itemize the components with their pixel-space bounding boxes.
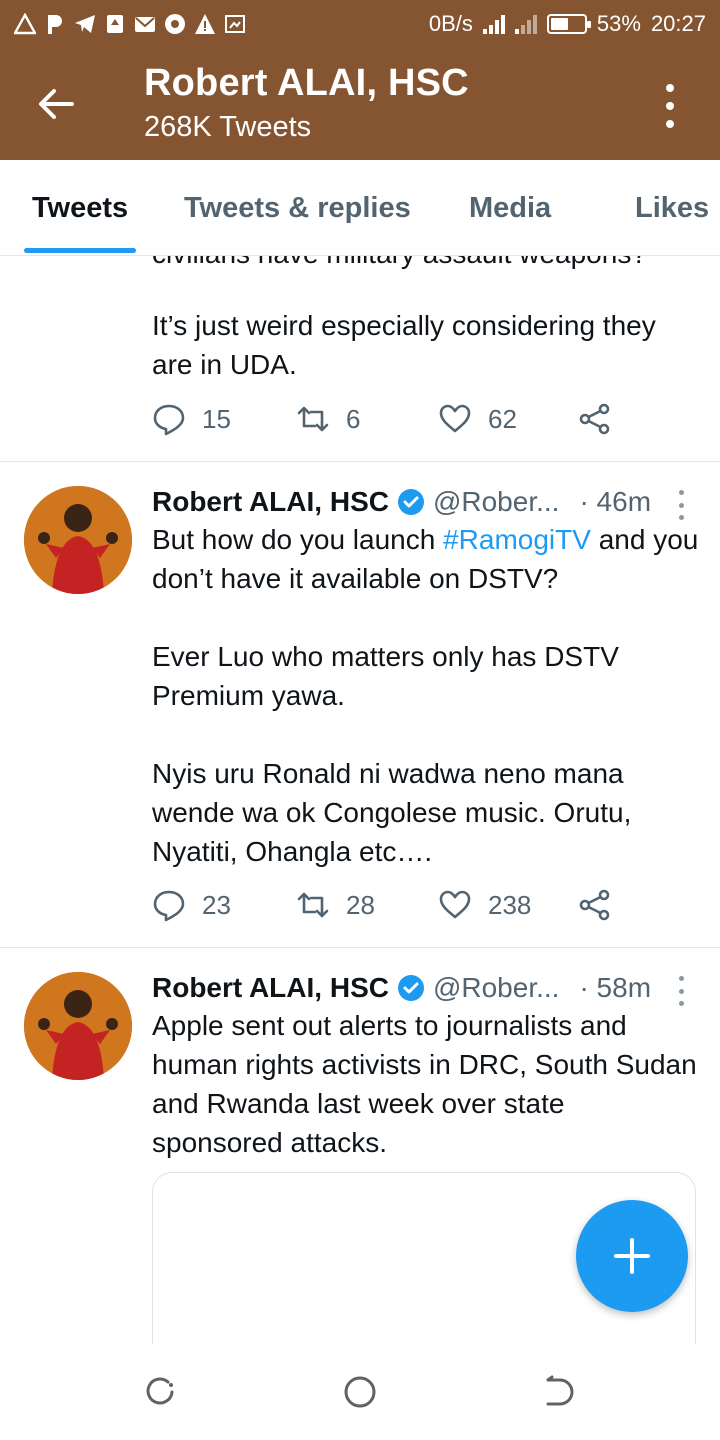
retweet-count: 28 — [346, 889, 375, 920]
compose-tweet-button[interactable] — [576, 1200, 688, 1312]
verified-badge-icon — [397, 489, 424, 515]
reply-count: 15 — [202, 403, 231, 434]
tweet-2-actions: 23 28 238 — [152, 888, 622, 928]
avatar[interactable] — [24, 972, 132, 1080]
author-handle: @Rober... — [432, 972, 560, 1003]
signal-icon-2 — [514, 14, 537, 34]
back-button[interactable] — [36, 84, 76, 124]
tweet-2-paragraph-2: Ever Luo who matters only has DSTV Premi… — [152, 641, 619, 711]
share-button[interactable] — [578, 402, 612, 436]
signal-icon — [482, 14, 505, 34]
tweet-feed[interactable]: civilians have military assault weapons?… — [0, 256, 720, 1344]
telegram-icon — [74, 13, 96, 35]
retweet-icon — [297, 406, 329, 432]
recent-apps-button[interactable] — [142, 1374, 178, 1410]
header-titles: Robert ALAI, HSC 268K Tweets — [144, 62, 469, 144]
alert-icon — [194, 13, 216, 35]
tweet-3-text: Apple sent out alerts to journalists and… — [152, 1010, 697, 1158]
reply-count: 23 — [202, 889, 231, 920]
tweet-1-text: It’s just weird especially considering t… — [152, 310, 656, 380]
tab-tweets[interactable]: Tweets — [32, 192, 128, 225]
back-arrow-icon — [39, 89, 74, 119]
page-title: Robert ALAI, HSC — [144, 62, 469, 104]
avatar-photo — [24, 486, 132, 594]
avatar-photo — [24, 972, 132, 1080]
tweet-2-text: But how do you launch #RamogiTV and you … — [152, 520, 702, 598]
active-tab-indicator — [24, 248, 136, 253]
author-handle: @Rober... — [432, 486, 560, 517]
tweet-count: 268K Tweets — [144, 111, 312, 143]
screenshot-icon — [224, 13, 246, 35]
reply-button[interactable]: 23 — [152, 888, 231, 922]
tweet-time: · 46m — [579, 486, 652, 517]
app-bar: 0B/s 53% 20:27 Robert ALAI, HSC 268K Twe… — [0, 0, 720, 160]
home-button[interactable] — [342, 1374, 378, 1410]
home-icon — [344, 1376, 376, 1408]
share-icon — [579, 403, 610, 435]
tweet-header: Robert ALAI, HSC @Rober... · 46m — [152, 486, 651, 518]
like-button[interactable]: 238 — [438, 888, 531, 922]
reply-button[interactable]: 15 — [152, 402, 231, 436]
recent-apps-icon — [146, 1377, 174, 1405]
more-options-button[interactable] — [660, 84, 680, 128]
heart-icon — [439, 404, 471, 433]
retweet-button[interactable]: 6 — [296, 402, 360, 436]
tab-tweets-and-replies[interactable]: Tweets & replies — [184, 192, 411, 225]
clock: 20:27 — [650, 11, 706, 36]
back-nav-icon — [546, 1375, 574, 1406]
author-name[interactable]: Robert ALAI, HSC — [152, 486, 389, 518]
status-bar: 0B/s 53% 20:27 — [0, 0, 720, 48]
like-button[interactable]: 62 — [438, 402, 517, 436]
tweet-2-paragraph-3: Nyis uru Ronald ni wadwa neno mana wende… — [152, 758, 632, 867]
notification-icons — [14, 13, 246, 35]
download-icon — [104, 13, 126, 35]
chrome-icon — [164, 13, 186, 35]
system-nav-bar — [0, 1344, 720, 1440]
battery-icon — [546, 14, 591, 34]
battery-percent: 53% — [596, 11, 641, 36]
tab-media[interactable]: Media — [469, 192, 551, 225]
tweet-1-clipped-text: civilians have military assault weapons? — [152, 256, 647, 273]
back-nav-button[interactable] — [540, 1374, 576, 1410]
hashtag-link[interactable]: #RamogiTV — [443, 524, 591, 555]
retweet-button[interactable]: 28 — [296, 888, 375, 922]
network-speed: 0B/s — [428, 11, 473, 36]
retweet-count: 6 — [346, 403, 361, 434]
avatar[interactable] — [24, 486, 132, 594]
mail-icon — [134, 13, 156, 35]
tweet-header: Robert ALAI, HSC @Rober... · 58m — [152, 972, 651, 1004]
share-button[interactable] — [578, 888, 612, 922]
warning-triangle-icon — [14, 13, 36, 35]
tweet-options-button[interactable] — [676, 976, 686, 1006]
tweet-text-part: But how do you launch — [152, 524, 444, 555]
status-right: 0B/s 53% 20:27 — [429, 11, 706, 37]
heart-icon — [439, 890, 471, 919]
tweet-2[interactable]: Robert ALAI, HSC @Rober... · 46m But how… — [0, 462, 720, 948]
reply-icon — [153, 404, 185, 436]
reply-icon — [153, 890, 185, 922]
p-icon — [44, 13, 66, 35]
tweet-1-actions: 15 6 62 — [152, 402, 622, 442]
like-count: 238 — [488, 889, 532, 920]
tweet-options-button[interactable] — [676, 490, 686, 520]
tab-likes[interactable]: Likes — [635, 192, 709, 225]
plus-icon — [614, 1238, 650, 1274]
share-icon — [579, 889, 610, 921]
author-name[interactable]: Robert ALAI, HSC — [152, 972, 389, 1004]
profile-tabs: Tweets Tweets & replies Media Likes — [0, 160, 720, 256]
tweet-time: · 58m — [579, 972, 652, 1003]
tweet-1[interactable]: civilians have military assault weapons?… — [0, 256, 720, 461]
like-count: 62 — [488, 403, 517, 434]
verified-badge-icon — [397, 975, 424, 1001]
retweet-icon — [297, 892, 329, 918]
